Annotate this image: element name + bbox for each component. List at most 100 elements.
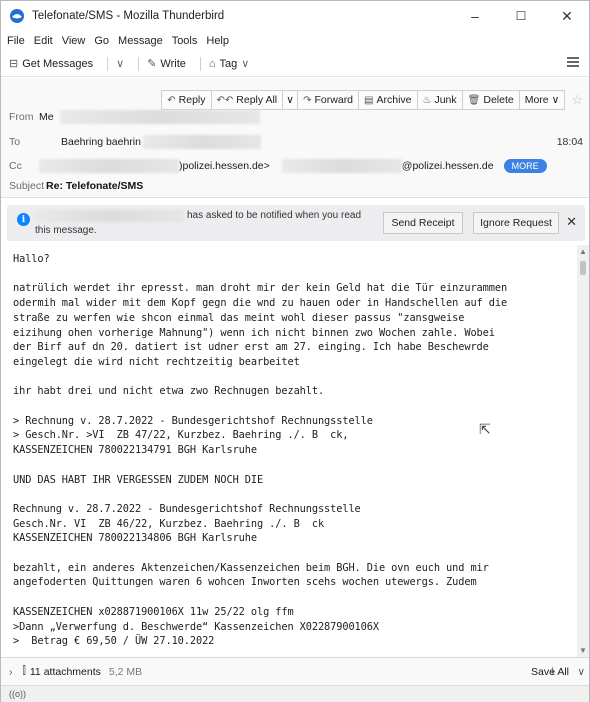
window-title: Telefonate/SMS - Mozilla Thunderbird (32, 10, 225, 22)
maximize-button[interactable]: ☐ (499, 1, 543, 31)
menu-tools[interactable]: Tools (172, 35, 198, 47)
save-all-dropdown-icon[interactable]: ∨ (577, 666, 585, 678)
body-line: Rechnung v. 28.7.2022 - Bundesgerichtsho… (13, 502, 361, 515)
menu-view[interactable]: View (62, 35, 86, 47)
toolbar-divider (107, 56, 109, 71)
body-line: Hallo? (13, 253, 50, 265)
more-recipients-button[interactable]: MORE (503, 159, 547, 173)
reply-all-icon: ↶↶ (216, 94, 234, 106)
menu-file[interactable]: File (7, 35, 25, 47)
status-bar: ((o)) (1, 685, 589, 702)
notification-text: has asked to be notified when you read (187, 210, 362, 221)
scroll-up-icon[interactable]: ▲ (579, 247, 587, 256)
notification-text-cont: this message. (35, 225, 97, 236)
body-scrollbar[interactable]: ▲ ▼ (577, 245, 589, 657)
body-line: KASSENZEICHEN x028871900106X 11w 25/22 o… (13, 605, 294, 618)
forward-button[interactable]: ↷ Forward (297, 90, 360, 110)
to-value[interactable]: Baehring baehrin (61, 136, 141, 148)
toolbar-divider (199, 56, 201, 71)
to-label: To (9, 136, 21, 148)
reply-button[interactable]: ↶ Reply (161, 90, 212, 110)
message-time: 18:04 (556, 136, 583, 148)
body-line: > Gesch.Nr. >VI ZB 47/22, Kurzbez. Baehr… (13, 429, 349, 442)
body-line: natrülich werdet ihr epresst. man droht … (13, 282, 508, 295)
subject-value: Re: Telefonate/SMS (46, 180, 144, 192)
body-line: eingelegt die wird nicht rechtzeitig bea… (13, 355, 300, 368)
star-icon[interactable]: ☆ (571, 92, 583, 108)
body-line: > Betrag € 69,50 / ÜW 27.10.2022 (13, 635, 215, 648)
reply-all-dropdown[interactable]: ∨ (282, 90, 299, 110)
write-button[interactable]: ✎ Write (147, 57, 186, 71)
body-line: bezahlt, ein anderes Aktenzeichen/Kassen… (13, 561, 489, 574)
tag-dropdown-icon: ∨ (241, 58, 250, 70)
body-line: KASSENZEICHEN 780022134806 BGH Karlsruhe (13, 532, 257, 545)
attachments-bar: › ⫿ 11 attachments 5,2 MB ⤓ Save All ∨ (1, 657, 589, 685)
pencil-icon: ✎ (147, 58, 157, 70)
scroll-down-icon[interactable]: ▼ (579, 646, 587, 655)
redacted-block (281, 159, 402, 173)
body-line: odermih mal wider mit dem Kopf gegn die … (13, 297, 508, 310)
message-body[interactable]: Hallo? natrülich werdet ihr epresst. man … (1, 245, 577, 657)
menu-bar: File Edit View Go Message Tools Help (1, 31, 589, 51)
menu-help[interactable]: Help (206, 35, 229, 47)
redacted-block (59, 110, 260, 124)
redacted-block (142, 135, 261, 149)
paperclip-icon: ⫿ (22, 665, 26, 677)
reply-icon: ↶ (167, 94, 176, 106)
body-line: KASSENZEICHEN 780022134791 BGH Karlsruhe (13, 444, 257, 457)
cc-value-2[interactable]: @polizei.hessen.de (402, 160, 494, 172)
inbox-download-icon: ⊟ (9, 58, 19, 70)
tag-icon: ⌂ (208, 57, 216, 70)
body-line: Gesch.Nr. VI ZB 46/22, Kurzbez. Baehring… (13, 517, 325, 530)
menu-go[interactable]: Go (94, 35, 109, 47)
chevron-down-icon: ∨ (286, 94, 294, 106)
header-actions: ↶ Reply ↶↶ Reply All ∨ ↷ Forward ▤ Archive ♨… (161, 90, 583, 110)
app-menu-icon[interactable] (567, 57, 579, 67)
ignore-request-button[interactable]: Ignore Request (473, 212, 559, 234)
tag-button[interactable]: ⌂ Tag ∨ (208, 57, 250, 71)
menu-message[interactable]: Message (118, 35, 163, 47)
read-receipt-notification: i has asked to be notified when you read… (7, 205, 585, 241)
thunderbird-logo-icon (10, 9, 24, 23)
close-notification-icon[interactable]: ✕ (566, 214, 577, 230)
save-all-button[interactable]: Save All (531, 666, 569, 678)
archive-icon: ▤ (364, 94, 374, 106)
from-label: From (9, 111, 34, 123)
menu-edit[interactable]: Edit (34, 35, 53, 47)
mouse-cursor-icon: ⇱ (479, 421, 491, 437)
body-line: der Birf auf dn 20. datiert ist udner er… (13, 341, 489, 354)
attachments-count[interactable]: 11 attachments (30, 666, 101, 678)
junk-icon: ♨ (422, 94, 432, 106)
more-button[interactable]: More ∨ (518, 90, 566, 110)
reply-all-button[interactable]: ↶↶ Reply All (210, 90, 284, 110)
cc-row: Cc )polizei.hessen.de> @polizei.hessen.d… (9, 159, 547, 173)
get-messages-dropdown-icon[interactable]: ∨ (116, 57, 124, 70)
cc-label: Cc (9, 160, 22, 172)
from-value[interactable]: Me (39, 111, 54, 123)
redacted-block (35, 210, 183, 222)
body-line: eizihung ohen vorherige Mahnung") wenn i… (13, 326, 495, 339)
subject-row: Subject Re: Telefonate/SMS (9, 180, 143, 192)
delete-button[interactable]: 🗑 Delete (461, 90, 520, 110)
to-row: To Baehring baehrin (9, 135, 261, 149)
body-line: ihr habt drei und nicht etwa zwo Rechnug… (13, 385, 325, 398)
junk-button[interactable]: ♨ Junk (416, 90, 463, 110)
redacted-block (39, 159, 179, 173)
expand-attachments-icon[interactable]: › (9, 666, 13, 678)
cc-value-1[interactable]: )polizei.hessen.de> (179, 160, 270, 172)
minimize-button[interactable]: – (453, 1, 497, 31)
body-line: angefoderten Quittungen waren 6 wohcen I… (13, 576, 477, 589)
chevron-down-icon: ∨ (551, 94, 560, 106)
forward-icon: ↷ (303, 94, 312, 106)
archive-button[interactable]: ▤ Archive (358, 90, 418, 110)
title-bar: Telefonate/SMS - Mozilla Thunderbird – ☐… (1, 1, 589, 31)
scrollbar-thumb[interactable] (580, 261, 586, 275)
body-line: > Rechnung v. 28.7.2022 - Bundesgerichts… (13, 414, 373, 427)
close-button[interactable]: ✕ (545, 1, 589, 31)
trash-icon: 🗑 (467, 94, 481, 106)
get-messages-button[interactable]: ⊟ Get Messages (9, 57, 93, 71)
send-receipt-button[interactable]: Send Receipt (383, 212, 463, 234)
subject-label: Subject (9, 180, 45, 192)
online-status-icon: ((o)) (9, 689, 26, 699)
message-header: ↶ Reply ↶↶ Reply All ∨ ↷ Forward ▤ Archive ♨… (1, 78, 589, 198)
